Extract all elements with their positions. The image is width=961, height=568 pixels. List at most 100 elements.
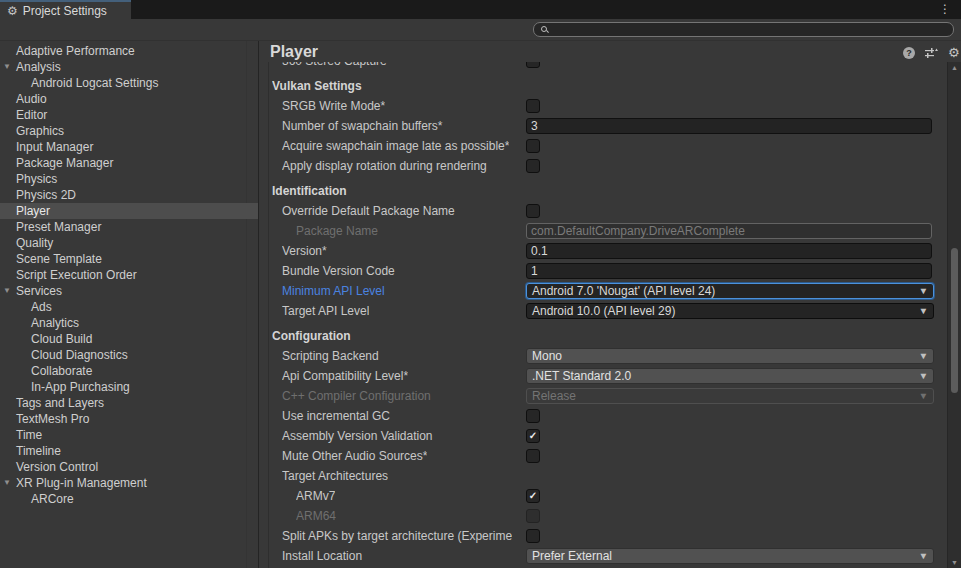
setting-label: Package Name (296, 224, 378, 238)
sidebar-item-timeline[interactable]: Timeline (0, 443, 258, 459)
setting-label: Target API Level (282, 304, 369, 318)
sidebar-item-xr-plug-in-management[interactable]: ▼ XR Plug-in Management (0, 475, 258, 491)
acquire-swapchain-image-late-as-possible-checkbox[interactable] (526, 139, 540, 153)
setting-row-360-stereo-capture: 360 Stereo Capture (259, 62, 947, 71)
apply-display-rotation-during-rendering-checkbox[interactable] (526, 159, 540, 173)
sidebar-item-physics[interactable]: Physics (0, 171, 258, 187)
setting-label: Identification (272, 184, 347, 198)
setting-row-apply-display-rotation-during-rendering: Apply display rotation during rendering (259, 156, 947, 176)
setting-label: Acquire swapchain image late as possible… (282, 139, 509, 153)
sidebar-item-label: Analytics (31, 316, 79, 330)
sidebar-item-arcore[interactable]: ARCore (0, 491, 258, 507)
settings-panel: 360 Stereo Capture Vulkan Settings SRGB Wr… (259, 62, 947, 568)
tab-project-settings[interactable]: ⚙ Project Settings (0, 0, 131, 19)
armv7-checkbox[interactable]: ✓ (526, 489, 540, 503)
setting-label: Number of swapchain buffers* (282, 119, 443, 133)
sidebar-item-audio[interactable]: Audio (0, 91, 258, 107)
sidebar-item-input-manager[interactable]: Input Manager (0, 139, 258, 155)
sidebar-item-script-execution-order[interactable]: Script Execution Order (0, 267, 258, 283)
version-field[interactable]: 0.1 (526, 243, 932, 259)
install-location-dropdown[interactable]: Prefer External▼ (526, 548, 934, 564)
gear-icon[interactable]: ⚙ (948, 46, 960, 59)
sidebar-item-adaptive-performance[interactable]: Adaptive Performance (0, 43, 258, 59)
scripting-backend-dropdown[interactable]: Mono ▼ (526, 348, 934, 364)
number-of-swapchain-buffers-field[interactable]: 3 (526, 118, 932, 134)
sidebar-item-label: Cloud Build (31, 332, 92, 346)
setting-label: ARMv7 (296, 489, 335, 503)
sidebar-item-analytics[interactable]: Analytics (0, 315, 258, 331)
sidebar-item-tags-and-layers[interactable]: Tags and Layers (0, 395, 258, 411)
field-value: 1 (531, 264, 538, 278)
settings-category-list: Adaptive Performance▼AnalysisAndroid Log… (0, 41, 258, 568)
setting-row-install-location: Install Location Prefer External▼ (259, 546, 947, 566)
sidebar-item-graphics[interactable]: Graphics (0, 123, 258, 139)
setting-row-assembly-version-validation: Assembly Version Validation✓ (259, 426, 947, 446)
setting-label: Override Default Package Name (282, 204, 455, 218)
minimum-api-level-dropdown[interactable]: Android 7.0 'Nougat' (API level 24)▼ (526, 283, 934, 299)
api-compatibility-level-dropdown[interactable]: .NET Standard 2.0▼ (526, 368, 934, 384)
sidebar-item-preset-manager[interactable]: Preset Manager (0, 219, 258, 235)
sidebar-item-in-app-purchasing[interactable]: In-App Purchasing (0, 379, 258, 395)
sidebar-item-cloud-diagnostics[interactable]: Cloud Diagnostics (0, 347, 258, 363)
kebab-menu-icon[interactable]: ⋮ (939, 2, 951, 17)
setting-row-number-of-swapchain-buffers: Number of swapchain buffers* 3 (259, 116, 947, 136)
sidebar-item-collaborate[interactable]: Collaborate (0, 363, 258, 379)
scroll-up-arrow-icon[interactable]: ▲ (948, 64, 961, 71)
mute-other-audio-sources-checkbox[interactable] (526, 449, 540, 463)
override-default-package-name-checkbox[interactable] (526, 204, 540, 218)
sidebar-item-scene-template[interactable]: Scene Template (0, 251, 258, 267)
help-icon[interactable]: ? (903, 47, 915, 59)
setting-row-acquire-swapchain-image-late-as-possible: Acquire swapchain image late as possible… (259, 136, 947, 156)
target-api-level-dropdown[interactable]: Android 10.0 (API level 29)▼ (526, 303, 934, 319)
sidebar-item-cloud-build[interactable]: Cloud Build (0, 331, 258, 347)
setting-label: Apply display rotation during rendering (282, 159, 487, 173)
sidebar-item-label: Time (16, 428, 42, 442)
search-icon (541, 26, 547, 32)
page-title: Player (270, 41, 318, 62)
sidebar-item-services[interactable]: ▼Services (0, 283, 258, 299)
sidebar-item-analysis[interactable]: ▼Analysis (0, 59, 258, 75)
setting-label: ARM64 (296, 509, 336, 523)
assembly-version-validation-checkbox[interactable]: ✓ (526, 429, 540, 443)
sidebar-item-package-manager[interactable]: Package Manager (0, 155, 258, 171)
360-stereo-capture-checkbox[interactable] (526, 62, 540, 68)
sidebar-item-editor[interactable]: Editor (0, 107, 258, 123)
sidebar-item-physics-2d[interactable]: Physics 2D (0, 187, 258, 203)
sidebar-item-textmesh-pro[interactable]: TextMesh Pro (0, 411, 258, 427)
split-apks-by-target-architecture-experime-checkbox[interactable] (526, 529, 540, 543)
vertical-scrollbar[interactable]: ▲ ▼ (947, 62, 961, 568)
chevron-down-icon: ▼ (919, 349, 929, 364)
dropdown-value: Mono (532, 349, 562, 363)
setting-label: SRGB Write Mode* (282, 99, 385, 113)
setting-label[interactable]: Minimum API Level (282, 284, 385, 298)
setting-label: Scripting Backend (282, 349, 379, 363)
setting-label: Install Location (282, 549, 362, 563)
setting-row-minimum-api-level: Minimum API Level Android 7.0 'Nougat' (A… (259, 281, 947, 301)
foldout-arrow-icon[interactable]: ▼ (3, 475, 11, 491)
dropdown-value: Release (532, 389, 576, 403)
chevron-down-icon: ▼ (919, 369, 929, 384)
foldout-arrow-icon[interactable]: ▼ (3, 59, 11, 75)
sidebar-item-player[interactable]: Player (0, 203, 258, 219)
setting-label: Vulkan Settings (272, 79, 362, 93)
sidebar-item-label: Tags and Layers (16, 396, 104, 410)
sidebar-item-android-logcat-settings[interactable]: Android Logcat Settings (0, 75, 258, 91)
sidebar-item-time[interactable]: Time (0, 427, 258, 443)
bundle-version-code-field[interactable]: 1 (526, 263, 932, 279)
sidebar-item-label: XR Plug-in Management (16, 476, 147, 490)
field-value: 3 (531, 119, 538, 133)
preset-sliders-icon[interactable] (925, 47, 938, 59)
setting-row-override-default-package-name: Override Default Package Name (259, 201, 947, 221)
sidebar-item-quality[interactable]: Quality (0, 235, 258, 251)
search-input[interactable] (533, 22, 954, 37)
scroll-down-arrow-icon[interactable]: ▼ (948, 559, 961, 566)
srgb-write-mode-checkbox[interactable] (526, 99, 540, 113)
sidebar-item-version-control[interactable]: Version Control (0, 459, 258, 475)
scrollbar-thumb[interactable] (951, 248, 958, 393)
setting-label: Api Compatibility Level* (282, 369, 408, 383)
foldout-arrow-icon[interactable]: ▼ (3, 283, 11, 299)
sidebar-item-ads[interactable]: Ads (0, 299, 258, 315)
use-incremental-gc-checkbox[interactable] (526, 409, 540, 423)
setting-row-bundle-version-code: Bundle Version Code1 (259, 261, 947, 281)
setting-row-arm64: ARM64 (259, 506, 947, 526)
